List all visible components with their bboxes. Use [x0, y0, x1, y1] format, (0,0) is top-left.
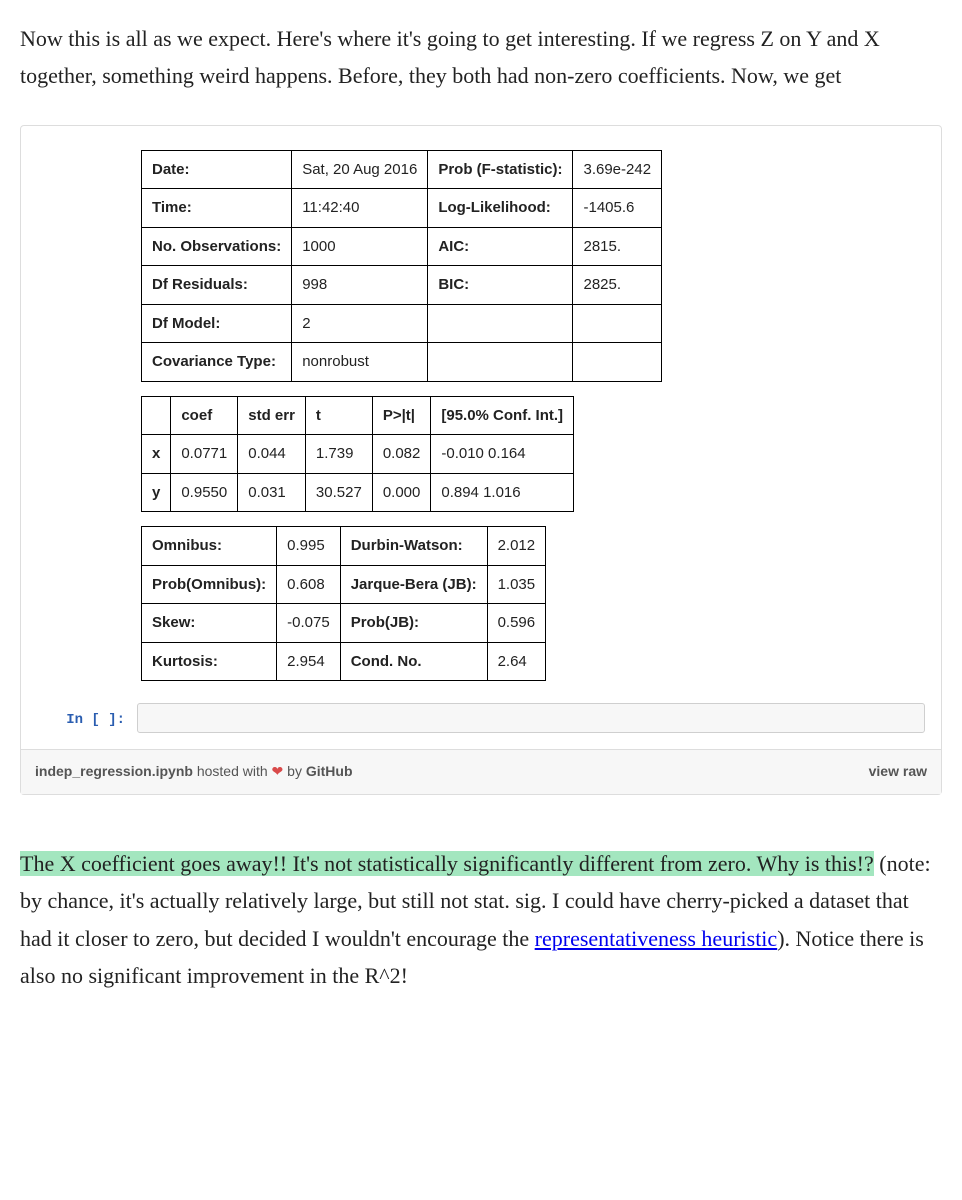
table-row: Df Model:2 — [142, 304, 662, 343]
stat-label: Cond. No. — [340, 642, 487, 681]
stat-label: BIC: — [428, 266, 573, 305]
table-row: y0.95500.03130.5270.0000.894 1.016 — [142, 473, 574, 512]
column-header: [95.0% Conf. Int.] — [431, 396, 574, 435]
table-row: No. Observations:1000AIC:2815. — [142, 227, 662, 266]
stat-label: Time: — [142, 189, 292, 228]
gist-hosted-text: hosted with — [193, 763, 272, 779]
stat-value: -1405.6 — [573, 189, 662, 228]
stat-value — [573, 304, 662, 343]
stat-label: Date: — [142, 150, 292, 189]
var-name: y — [142, 473, 171, 512]
stat-value: 2 — [292, 304, 428, 343]
coef-value: 0.0771 — [171, 435, 238, 474]
stat-value: nonrobust — [292, 343, 428, 382]
stat-value: 1000 — [292, 227, 428, 266]
stat-value: 1.035 — [487, 565, 546, 604]
stat-value: 2.954 — [277, 642, 341, 681]
notebook-embed: Date:Sat, 20 Aug 2016Prob (F-statistic):… — [20, 125, 942, 795]
table-row: Date:Sat, 20 Aug 2016Prob (F-statistic):… — [142, 150, 662, 189]
stat-value: 2.64 — [487, 642, 546, 681]
gist-filename-link[interactable]: indep_regression.ipynb — [35, 763, 193, 779]
stat-label: Durbin-Watson: — [340, 527, 487, 566]
column-header: P>|t| — [372, 396, 431, 435]
stderr-value: 0.031 — [238, 473, 306, 512]
var-name: x — [142, 435, 171, 474]
t-value: 1.739 — [305, 435, 372, 474]
stat-label: Prob (F-statistic): — [428, 150, 573, 189]
stat-value: 0.596 — [487, 604, 546, 643]
t-value: 30.527 — [305, 473, 372, 512]
stat-label: Df Model: — [142, 304, 292, 343]
input-prompt: In [ ]: — [37, 703, 125, 733]
column-header: t — [305, 396, 372, 435]
table-row: Covariance Type:nonrobust — [142, 343, 662, 382]
regression-output: Date:Sat, 20 Aug 2016Prob (F-statistic):… — [21, 126, 941, 696]
table-row: Df Residuals:998BIC:2825. — [142, 266, 662, 305]
stat-value — [573, 343, 662, 382]
stat-value: 2.012 — [487, 527, 546, 566]
stat-value: 0.608 — [277, 565, 341, 604]
coef-value: 0.9550 — [171, 473, 238, 512]
gist-by-text: by — [283, 763, 306, 779]
representativeness-link[interactable]: representativeness heuristic — [535, 926, 778, 951]
stat-value: 0.995 — [277, 527, 341, 566]
github-link[interactable]: GitHub — [306, 763, 353, 779]
view-raw-link[interactable]: view raw — [869, 760, 927, 784]
column-header — [142, 396, 171, 435]
code-input[interactable] — [137, 703, 925, 733]
heart-icon: ❤ — [272, 763, 284, 779]
intro-paragraph: Now this is all as we expect. Here's whe… — [20, 20, 942, 95]
stat-value: Sat, 20 Aug 2016 — [292, 150, 428, 189]
p-value: 0.082 — [372, 435, 431, 474]
stat-value: 3.69e-242 — [573, 150, 662, 189]
coefficients-table: coefstd errtP>|t|[95.0% Conf. Int.] x0.0… — [141, 396, 574, 513]
stat-label: No. Observations: — [142, 227, 292, 266]
column-header: std err — [238, 396, 306, 435]
table-row: Skew:-0.075Prob(JB):0.596 — [142, 604, 546, 643]
highlighted-text: The X coefficient goes away!! It's not s… — [20, 851, 874, 876]
stat-label: Prob(Omnibus): — [142, 565, 277, 604]
table-row: Kurtosis:2.954Cond. No.2.64 — [142, 642, 546, 681]
stat-label: Prob(JB): — [340, 604, 487, 643]
ols-summary-table: Date:Sat, 20 Aug 2016Prob (F-statistic):… — [141, 150, 662, 382]
empty-input-cell: In [ ]: — [21, 695, 941, 749]
table-row: x0.07710.0441.7390.082-0.010 0.164 — [142, 435, 574, 474]
stat-value: 2825. — [573, 266, 662, 305]
stat-label: Df Residuals: — [142, 266, 292, 305]
stat-label: Log-Likelihood: — [428, 189, 573, 228]
stat-value: 2815. — [573, 227, 662, 266]
stat-value: -0.075 — [277, 604, 341, 643]
diagnostics-table: Omnibus:0.995Durbin-Watson:2.012Prob(Omn… — [141, 526, 546, 681]
stat-label — [428, 343, 573, 382]
stat-label: Jarque-Bera (JB): — [340, 565, 487, 604]
stat-label: Kurtosis: — [142, 642, 277, 681]
column-header: coef — [171, 396, 238, 435]
ci-value: 0.894 1.016 — [431, 473, 574, 512]
gist-footer: indep_regression.ipynb hosted with ❤ by … — [21, 749, 941, 794]
stat-label: Covariance Type: — [142, 343, 292, 382]
ci-value: -0.010 0.164 — [431, 435, 574, 474]
stat-label: AIC: — [428, 227, 573, 266]
stat-label: Skew: — [142, 604, 277, 643]
stat-label — [428, 304, 573, 343]
stat-label: Omnibus: — [142, 527, 277, 566]
p-value: 0.000 — [372, 473, 431, 512]
table-row: Prob(Omnibus):0.608Jarque-Bera (JB):1.03… — [142, 565, 546, 604]
table-row: Time:11:42:40Log-Likelihood:-1405.6 — [142, 189, 662, 228]
stderr-value: 0.044 — [238, 435, 306, 474]
stat-value: 998 — [292, 266, 428, 305]
table-row: Omnibus:0.995Durbin-Watson:2.012 — [142, 527, 546, 566]
stat-value: 11:42:40 — [292, 189, 428, 228]
conclusion-paragraph: The X coefficient goes away!! It's not s… — [20, 845, 942, 995]
